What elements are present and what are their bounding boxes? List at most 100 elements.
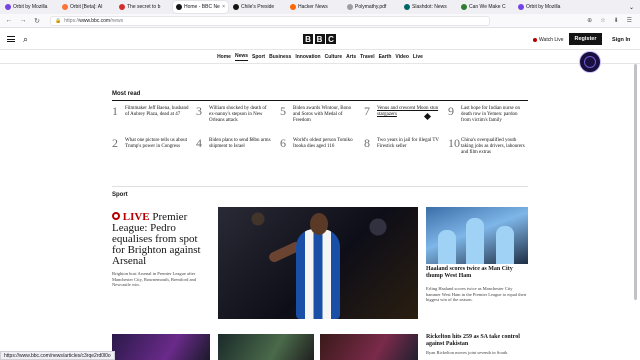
most-read-rank: 2 xyxy=(112,136,118,150)
browser-tab[interactable]: Hacker News xyxy=(287,1,342,13)
sport-title: Sport xyxy=(112,192,128,198)
lock-icon: 🔒 xyxy=(55,17,62,24)
most-read-item[interactable]: 6 World's oldest person Tomiko Itooka die… xyxy=(280,137,358,150)
browser-tab[interactable]: Slashdot: News xyxy=(401,1,456,13)
most-read-rank: 4 xyxy=(196,136,202,150)
bbc-logo[interactable]: B B C xyxy=(303,34,336,44)
nav-item-live[interactable]: Live xyxy=(413,54,423,60)
man-city-players-image[interactable] xyxy=(426,207,528,264)
pocket-icon[interactable]: ⊕ xyxy=(587,17,592,24)
story-thumbnail[interactable] xyxy=(320,334,418,360)
browser-tab[interactable]: Home - BBC Ne × xyxy=(173,1,228,13)
most-read-headline: Two years in jail for illegal TV Firesti… xyxy=(377,138,439,149)
orbit-assistant-icon[interactable] xyxy=(579,51,601,73)
tab-title: The secret to b xyxy=(127,4,161,10)
browser-tab[interactable]: Orbit by Mozilla xyxy=(2,1,57,13)
watch-live-label: Watch Live xyxy=(539,37,564,43)
menu-icon[interactable] xyxy=(7,36,15,42)
most-read-rank: 9 xyxy=(448,104,454,118)
tab-favicon-icon xyxy=(62,4,68,10)
tab-favicon-icon xyxy=(461,4,467,10)
story-thumbnail[interactable] xyxy=(218,334,314,360)
browser-tab[interactable]: Can We Make C xyxy=(458,1,513,13)
most-read-rank: 5 xyxy=(280,104,286,118)
tab-title: Slashdot: News xyxy=(412,4,447,10)
live-pulse-icon xyxy=(112,212,120,220)
nav-item-news[interactable]: News xyxy=(234,53,249,61)
most-read-rank: 7 xyxy=(364,104,370,118)
url-bar[interactable]: 🔒 https://www.bbc.com/news xyxy=(50,15,490,26)
tab-title: Orbit [Beta]: AI xyxy=(70,4,103,10)
most-read-headline: World's oldest person Tomiko Itooka dies… xyxy=(293,138,353,149)
most-read-headline: Venus and crescent Moon stun stargazers xyxy=(377,106,439,117)
most-read-item[interactable]: 1 Filmmaker Jeff Baena, husband of Aubrey… xyxy=(112,105,190,118)
logo-letter: B xyxy=(314,34,325,44)
most-read-headline: Biden plans to send $8bn arms shipment t… xyxy=(209,138,271,149)
browser-tab[interactable]: Orbit [Beta]: AI xyxy=(59,1,114,13)
story-thumbnail[interactable] xyxy=(112,334,210,360)
app-menu-icon[interactable]: ☰ xyxy=(627,17,632,24)
browser-tab[interactable]: Polymathy.pdf xyxy=(344,1,399,13)
scrollbar-thumb[interactable] xyxy=(634,64,637,300)
nav-item-sport[interactable]: Sport xyxy=(252,54,265,60)
most-read-headline: Filmmaker Jeff Baena, husband of Aubrey … xyxy=(125,106,189,117)
most-read-item[interactable]: 10 China's overqualified youth taking job… xyxy=(448,137,526,156)
watch-live-link[interactable]: Watch Live xyxy=(533,37,564,43)
nav-item-arts[interactable]: Arts xyxy=(346,54,356,60)
logo-letter: C xyxy=(326,34,336,44)
logo-letter: B xyxy=(303,34,313,44)
most-read-item[interactable]: 9 Last hope for Indian nurse on death row… xyxy=(448,104,526,124)
tab-favicon-icon xyxy=(404,4,410,10)
cricket-story-summary: Ryan Rickelton moves joint seventh in So… xyxy=(426,350,508,355)
tab-favicon-icon xyxy=(176,4,182,10)
browser-tab[interactable]: The secret to b xyxy=(116,1,171,13)
toolbar-buttons: ⊕ ☆ ⬇ ☰ xyxy=(587,17,632,24)
most-read-item[interactable]: 3 William shocked by death of ex-nanny's … xyxy=(196,104,274,124)
downloads-icon[interactable]: ⬇ xyxy=(614,17,619,24)
brighton-player-image[interactable] xyxy=(218,207,418,319)
most-read-rank: 3 xyxy=(196,104,202,118)
bookmark-star-icon[interactable]: ☆ xyxy=(600,17,605,24)
most-read-item[interactable]: 5 Biden awards Wintour, Bono and Soros wi… xyxy=(280,104,358,124)
tab-favicon-icon xyxy=(5,4,11,10)
tab-title: Can We Make C xyxy=(469,4,506,10)
nav-item-culture[interactable]: Culture xyxy=(325,54,343,60)
nav-item-home[interactable]: Home xyxy=(217,54,231,60)
tab-favicon-icon xyxy=(290,4,296,10)
sport-lead-story[interactable]: LIVE Premier League: Pedro equalises fro… xyxy=(112,212,212,288)
sign-in-link[interactable]: Sign In xyxy=(612,37,630,43)
browser-nav-bar: ← → ↻ 🔒 https://www.bbc.com/news ⊕ ☆ ⬇ ☰ xyxy=(0,14,640,28)
section-nav: Home News Sport Business Innovation Culture Ar… xyxy=(0,50,640,64)
link-status-bar: https://www.bbc.com/news/articles/c3rqe2… xyxy=(0,351,115,360)
tab-title: Chile's Preside xyxy=(241,4,275,10)
most-read-item[interactable]: 2 What one picture tells us about Trump's… xyxy=(112,136,190,150)
nav-item-earth[interactable]: Earth xyxy=(379,54,392,60)
most-read-divider xyxy=(112,100,528,101)
browser-tab[interactable]: Chile's Preside xyxy=(230,1,285,13)
nav-item-innovation[interactable]: Innovation xyxy=(295,54,320,60)
tab-favicon-icon xyxy=(119,4,125,10)
search-icon[interactable]: ⌕ xyxy=(23,34,28,45)
most-read-headline: China's overqualified youth taking jobs … xyxy=(461,138,525,155)
sport-lead-headline[interactable]: LIVE Premier League: Pedro equalises fro… xyxy=(112,212,212,267)
cricket-story-headline[interactable]: Rickelton hits 259 as SA take control ag… xyxy=(426,334,528,348)
tab-close-icon[interactable]: × xyxy=(222,4,225,10)
most-read-title: Most read xyxy=(112,91,141,97)
reload-icon[interactable]: ↻ xyxy=(32,17,42,25)
side-story-headline[interactable]: Haaland scores twice as Man City thump W… xyxy=(426,266,528,280)
tab-overflow-icon[interactable]: ⌄ xyxy=(629,4,634,11)
back-icon[interactable]: ← xyxy=(4,17,14,24)
player-shirt xyxy=(296,229,340,319)
most-read-item[interactable]: 8 Two years in jail for illegal TV Firest… xyxy=(364,137,442,150)
register-button[interactable]: Register xyxy=(569,33,602,45)
nav-item-business[interactable]: Business xyxy=(269,54,291,60)
browser-tab[interactable]: Orbit by Mozilla xyxy=(515,1,570,13)
browser-tab-bar: Orbit by Mozilla Orbit [Beta]: AI The secr… xyxy=(0,0,640,14)
nav-item-travel[interactable]: Travel xyxy=(360,54,374,60)
forward-icon[interactable]: → xyxy=(18,17,28,24)
player-figure xyxy=(466,218,484,264)
most-read-item[interactable]: 4 Biden plans to send $8bn arms shipment … xyxy=(196,136,274,150)
url-text: https://www.bbc.com/news xyxy=(64,17,124,24)
page-scrollbar[interactable] xyxy=(634,64,638,304)
nav-item-video[interactable]: Video xyxy=(395,54,409,60)
